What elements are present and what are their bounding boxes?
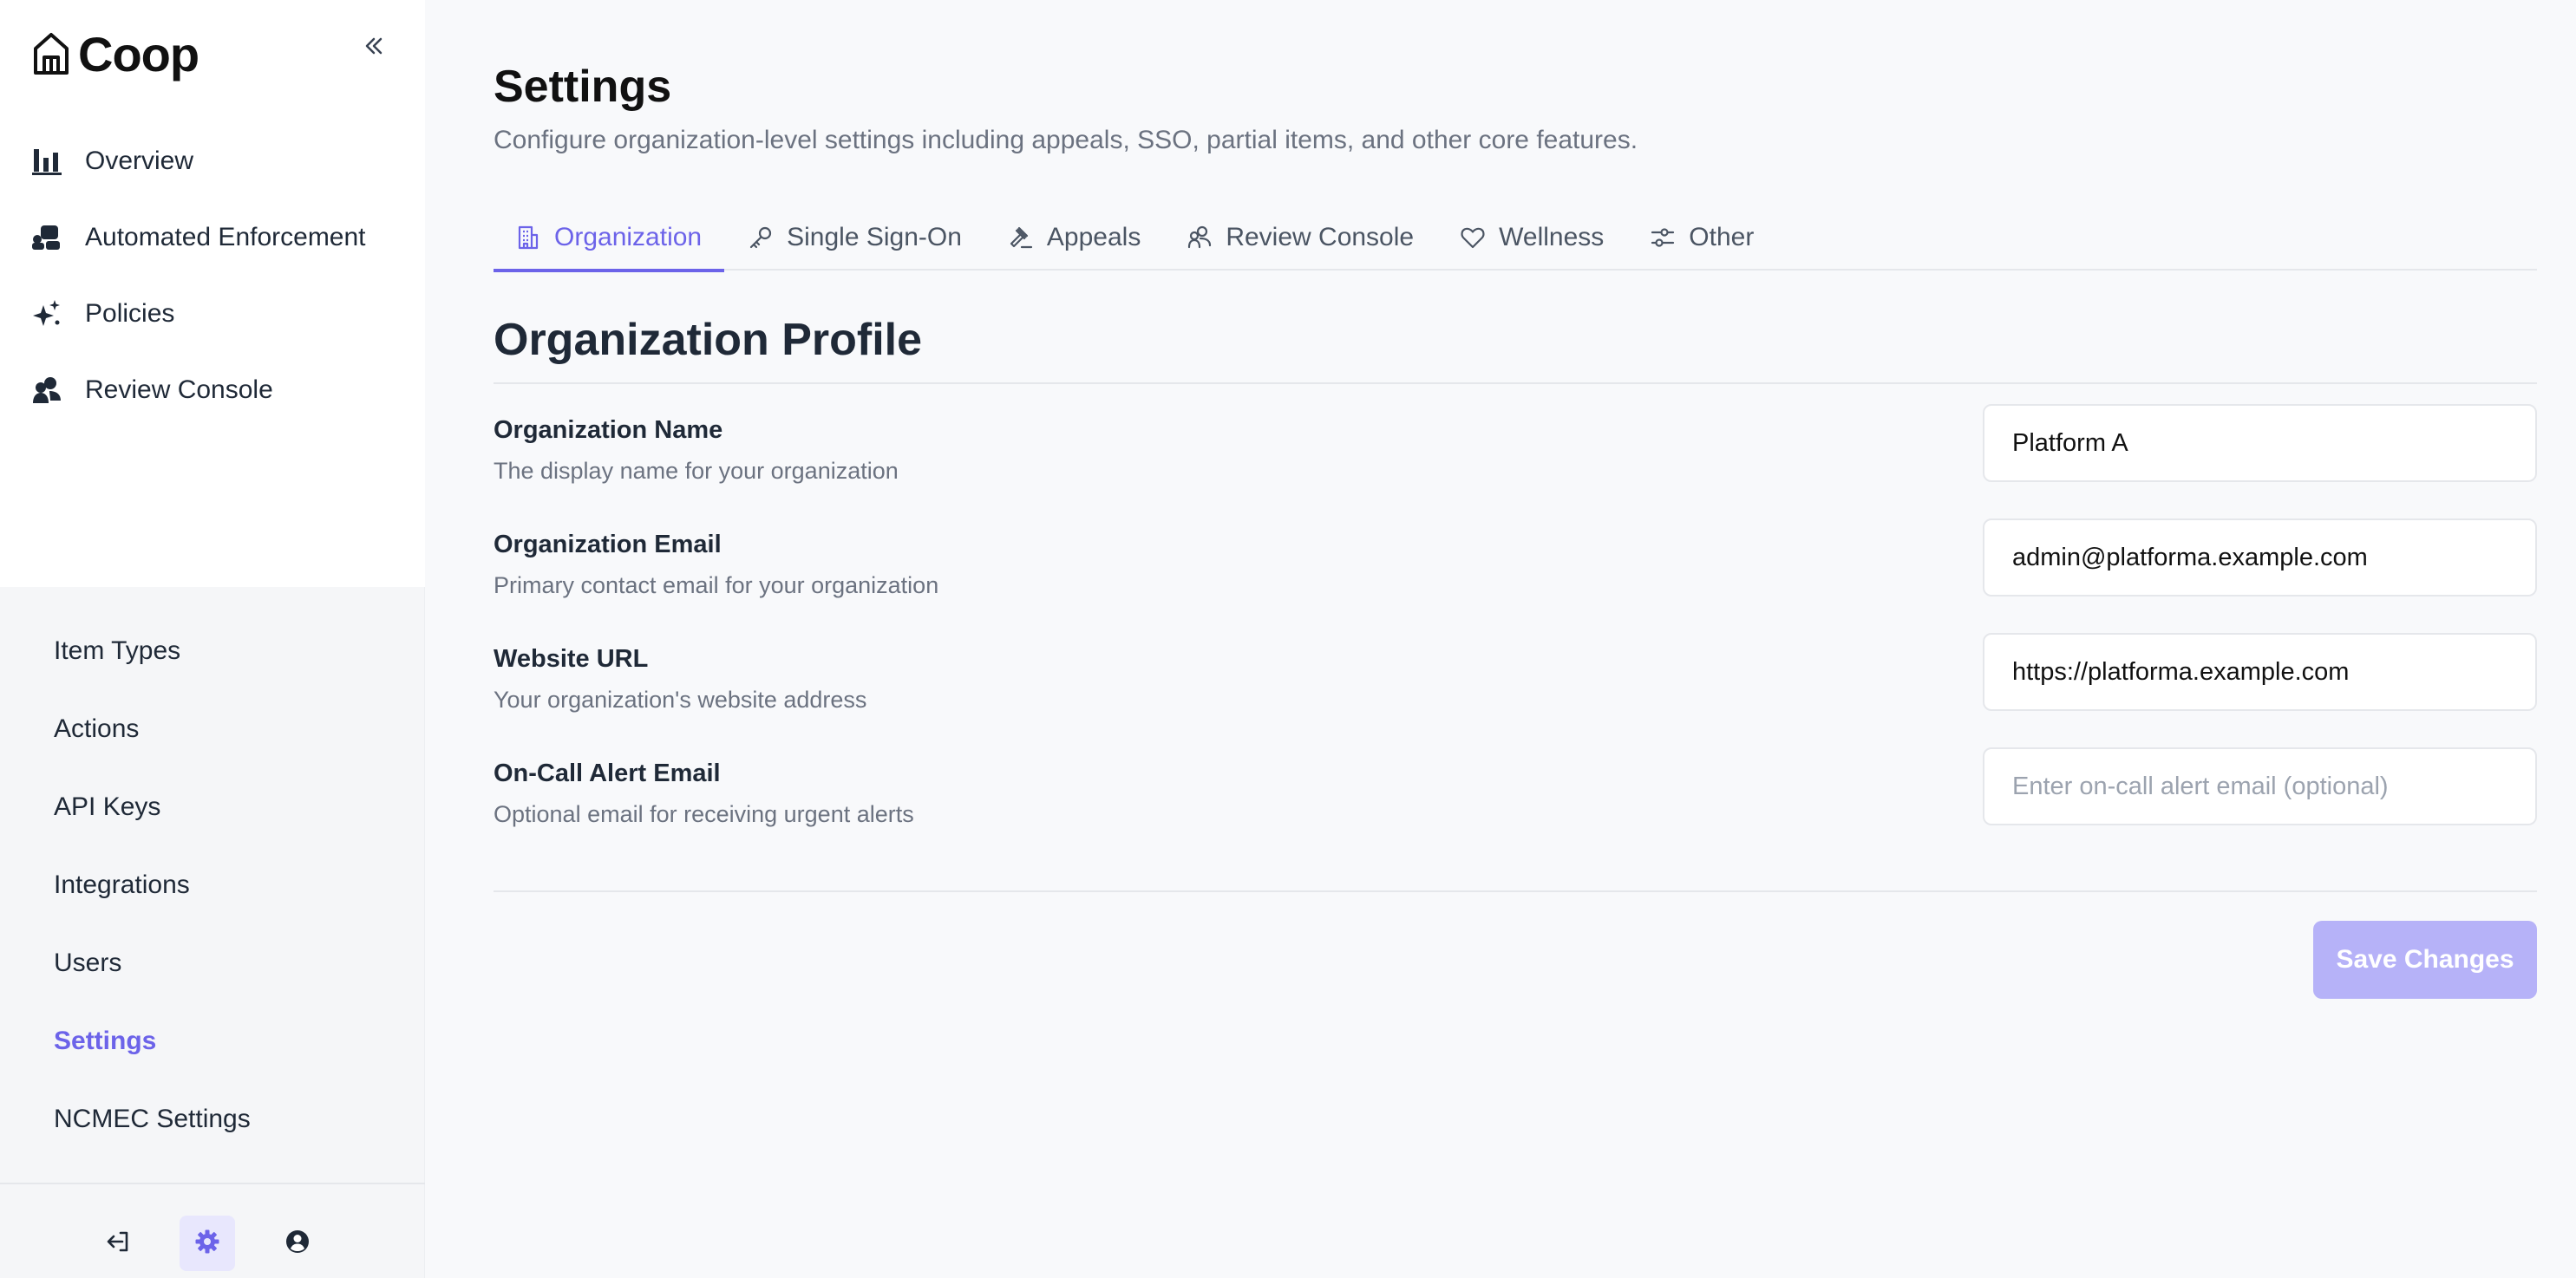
sidebar-item-integrations[interactable]: Integrations bbox=[0, 846, 425, 924]
secondary-nav: Item Types Actions API Keys Integrations… bbox=[0, 612, 425, 1158]
field-help: Optional email for receiving urgent aler… bbox=[494, 801, 914, 827]
nav-label: Automated Enforcement bbox=[85, 223, 366, 251]
sidebar-item-ncmec-settings[interactable]: NCMEC Settings bbox=[0, 1080, 425, 1158]
tab-review-console[interactable]: Review Console bbox=[1163, 205, 1436, 271]
section-divider bbox=[494, 382, 2537, 384]
settings-button[interactable] bbox=[180, 1216, 235, 1271]
field-label: Organization Email bbox=[494, 531, 722, 558]
logout-button[interactable] bbox=[90, 1216, 146, 1271]
field-label: On-Call Alert Email bbox=[494, 760, 721, 787]
app-root: Coop Overview Automated Enforcement Poli… bbox=[0, 0, 2576, 1278]
tab-single-sign-on[interactable]: Single Sign-On bbox=[724, 205, 984, 271]
field-help: Your organization's website address bbox=[494, 687, 867, 713]
website-url-row: Website URL Your organization's website … bbox=[494, 633, 2537, 723]
tab-label: Other bbox=[1689, 223, 1755, 251]
primary-nav: Overview Automated Enforcement Policies … bbox=[0, 123, 425, 428]
sidebar-primary: Coop Overview Automated Enforcement Poli… bbox=[0, 0, 425, 587]
section-title: Organization Profile bbox=[494, 315, 923, 365]
tab-appeals[interactable]: Appeals bbox=[984, 205, 1163, 271]
robot-icon bbox=[29, 220, 64, 255]
tab-wellness[interactable]: Wellness bbox=[1436, 205, 1626, 271]
tab-label: Review Console bbox=[1226, 223, 1415, 251]
house-logo-icon bbox=[29, 29, 73, 78]
on-call-alert-email-input[interactable] bbox=[1983, 747, 2537, 825]
sliders-icon bbox=[1649, 224, 1677, 251]
tab-label: Organization bbox=[554, 223, 703, 251]
sidebar-item-api-keys[interactable]: API Keys bbox=[0, 768, 425, 846]
brand[interactable]: Coop bbox=[29, 26, 199, 82]
sidebar-item-settings[interactable]: Settings bbox=[0, 1002, 425, 1080]
sidebar: Coop Overview Automated Enforcement Poli… bbox=[0, 0, 425, 1278]
organization-name-input[interactable] bbox=[1983, 404, 2537, 482]
nav-label: Review Console bbox=[85, 375, 273, 404]
sidebar-item-users[interactable]: Users bbox=[0, 924, 425, 1002]
sidebar-item-actions[interactable]: Actions bbox=[0, 690, 425, 768]
nav-label: Overview bbox=[85, 147, 194, 175]
nav-item-review-console[interactable]: Review Console bbox=[0, 352, 425, 428]
field-help: Primary contact email for your organizat… bbox=[494, 572, 939, 598]
key-icon bbox=[747, 224, 775, 251]
field-label: Organization Name bbox=[494, 416, 723, 444]
tab-organization[interactable]: Organization bbox=[494, 205, 725, 272]
main-content: Settings Configure organization-level se… bbox=[494, 0, 2537, 1278]
page-title: Settings bbox=[494, 62, 672, 112]
tab-label: Wellness bbox=[1499, 223, 1605, 251]
nav-item-automated-enforcement[interactable]: Automated Enforcement bbox=[0, 199, 425, 276]
field-help: The display name for your organization bbox=[494, 458, 899, 484]
on-call-alert-email-row: On-Call Alert Email Optional email for r… bbox=[494, 747, 2537, 838]
building-icon bbox=[514, 224, 542, 251]
organization-email-row: Organization Email Primary contact email… bbox=[494, 518, 2537, 609]
gear-icon bbox=[194, 1229, 220, 1259]
save-changes-button[interactable]: Save Changes bbox=[2313, 921, 2537, 999]
bar-chart-icon bbox=[29, 144, 64, 179]
profile-button[interactable] bbox=[270, 1216, 325, 1271]
field-label: Website URL bbox=[494, 645, 649, 673]
page-subtitle: Configure organization-level settings in… bbox=[494, 126, 1638, 154]
users-icon bbox=[1186, 224, 1213, 251]
nav-label: Policies bbox=[85, 299, 175, 328]
sidebar-footer bbox=[0, 1183, 425, 1278]
user-circle-icon bbox=[284, 1229, 311, 1259]
sidebar-item-item-types[interactable]: Item Types bbox=[0, 612, 425, 690]
chevrons-left-icon bbox=[362, 34, 386, 62]
organization-name-row: Organization Name The display name for y… bbox=[494, 404, 2537, 494]
logout-icon bbox=[105, 1229, 131, 1259]
form-divider bbox=[494, 890, 2537, 892]
tab-other[interactable]: Other bbox=[1626, 205, 1776, 271]
nav-item-policies[interactable]: Policies bbox=[0, 276, 425, 352]
tab-label: Appeals bbox=[1046, 223, 1141, 251]
sparkles-icon bbox=[29, 297, 64, 331]
website-url-input[interactable] bbox=[1983, 633, 2537, 711]
users-icon bbox=[29, 373, 64, 408]
collapse-sidebar-button[interactable] bbox=[356, 29, 392, 66]
tab-label: Single Sign-On bbox=[787, 223, 962, 251]
gavel-icon bbox=[1007, 224, 1035, 251]
settings-tabs: Organization Single Sign-On Appeals Revi… bbox=[494, 205, 2537, 272]
organization-email-input[interactable] bbox=[1983, 518, 2537, 597]
brand-name: Coop bbox=[78, 26, 199, 82]
nav-item-overview[interactable]: Overview bbox=[0, 123, 425, 199]
heart-icon bbox=[1459, 224, 1487, 251]
